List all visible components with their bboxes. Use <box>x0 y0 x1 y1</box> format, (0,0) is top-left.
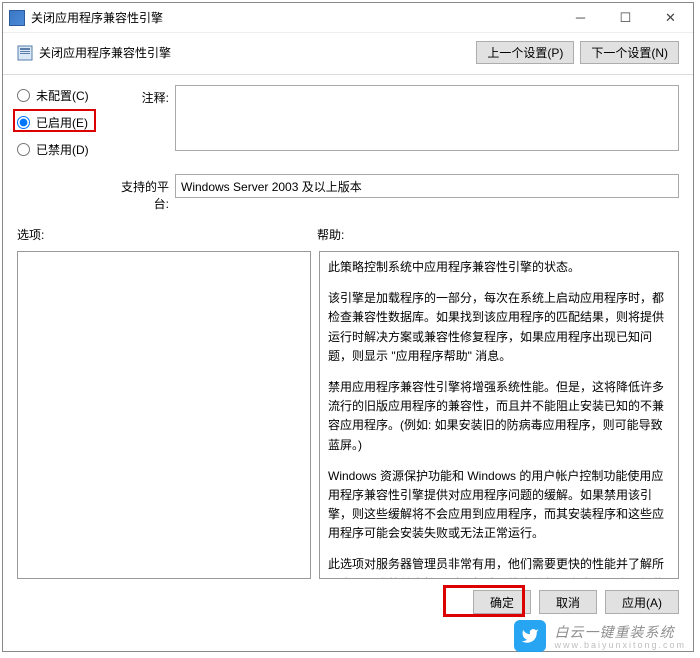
comment-textarea[interactable] <box>175 85 679 151</box>
help-panel[interactable]: 此策略控制系统中应用程序兼容性引擎的状态。 该引擎是加载程序的一部分，每次在系统… <box>319 251 679 579</box>
config-section: 未配置(C) 已启用(E) 已禁用(D) 注释: 支持的平台: <box>3 75 693 220</box>
highlight-enabled <box>13 109 96 132</box>
apply-button[interactable]: 应用(A) <box>605 590 679 614</box>
radio-disabled-label: 已禁用(D) <box>36 141 89 158</box>
help-text: 此选项对服务器管理员非常有用，他们需要更快的性能并了解所用应用程序的兼容性。对于… <box>328 555 670 579</box>
dialog-window: 关闭应用程序兼容性引擎 ─ ☐ ✕ 关闭应用程序兼容性引擎 上一个设置(P) 下… <box>2 2 694 652</box>
help-label: 帮助: <box>317 226 679 243</box>
supported-platform-field: Windows Server 2003 及以上版本 <box>175 174 679 198</box>
watermark-icon <box>514 620 546 652</box>
radio-enabled[interactable]: 已启用(E) <box>17 114 113 131</box>
watermark-sub: www.baiyunxitong.com <box>554 640 686 650</box>
radio-group: 未配置(C) 已启用(E) 已禁用(D) <box>17 85 113 168</box>
title-bar: 关闭应用程序兼容性引擎 ─ ☐ ✕ <box>3 3 693 33</box>
minimize-button[interactable]: ─ <box>558 3 603 32</box>
section-labels: 选项: 帮助: <box>3 220 693 247</box>
radio-not-configured[interactable]: 未配置(C) <box>17 87 113 104</box>
next-setting-button[interactable]: 下一个设置(N) <box>580 41 679 64</box>
close-button[interactable]: ✕ <box>648 3 693 32</box>
radio-disabled-input[interactable] <box>17 143 30 156</box>
watermark: 白云一键重装系统 www.baiyunxitong.com <box>514 620 686 652</box>
radio-not-configured-label: 未配置(C) <box>36 87 89 104</box>
help-text: 该引擎是加载程序的一部分，每次在系统上启动应用程序时，都检查兼容性数据库。如果找… <box>328 289 670 366</box>
help-text: 禁用应用程序兼容性引擎将增强系统性能。但是，这将降低许多流行的旧版应用程序的兼容… <box>328 378 670 455</box>
policy-icon <box>17 45 33 61</box>
radio-not-configured-input[interactable] <box>17 89 30 102</box>
options-label: 选项: <box>17 226 317 243</box>
highlight-ok <box>443 585 525 617</box>
window-controls: ─ ☐ ✕ <box>558 3 693 32</box>
platform-label: 支持的平台: <box>113 174 175 212</box>
options-panel[interactable] <box>17 251 311 579</box>
radio-disabled[interactable]: 已禁用(D) <box>17 141 113 158</box>
previous-setting-button[interactable]: 上一个设置(P) <box>476 41 574 64</box>
app-icon <box>9 10 25 26</box>
help-text: Windows 资源保护功能和 Windows 的用户帐户控制功能使用应用程序兼… <box>328 467 670 544</box>
watermark-text: 白云一键重装系统 <box>554 624 674 640</box>
footer: 确定 取消 应用(A) <box>3 579 693 625</box>
policy-title: 关闭应用程序兼容性引擎 <box>39 44 476 61</box>
maximize-button[interactable]: ☐ <box>603 3 648 32</box>
header-row: 关闭应用程序兼容性引擎 上一个设置(P) 下一个设置(N) <box>3 33 693 75</box>
window-title: 关闭应用程序兼容性引擎 <box>31 9 558 26</box>
panels-row: 此策略控制系统中应用程序兼容性引擎的状态。 该引擎是加载程序的一部分，每次在系统… <box>3 247 693 579</box>
comment-label: 注释: <box>113 85 175 106</box>
help-text: 此策略控制系统中应用程序兼容性引擎的状态。 <box>328 258 670 277</box>
cancel-button[interactable]: 取消 <box>539 590 597 614</box>
